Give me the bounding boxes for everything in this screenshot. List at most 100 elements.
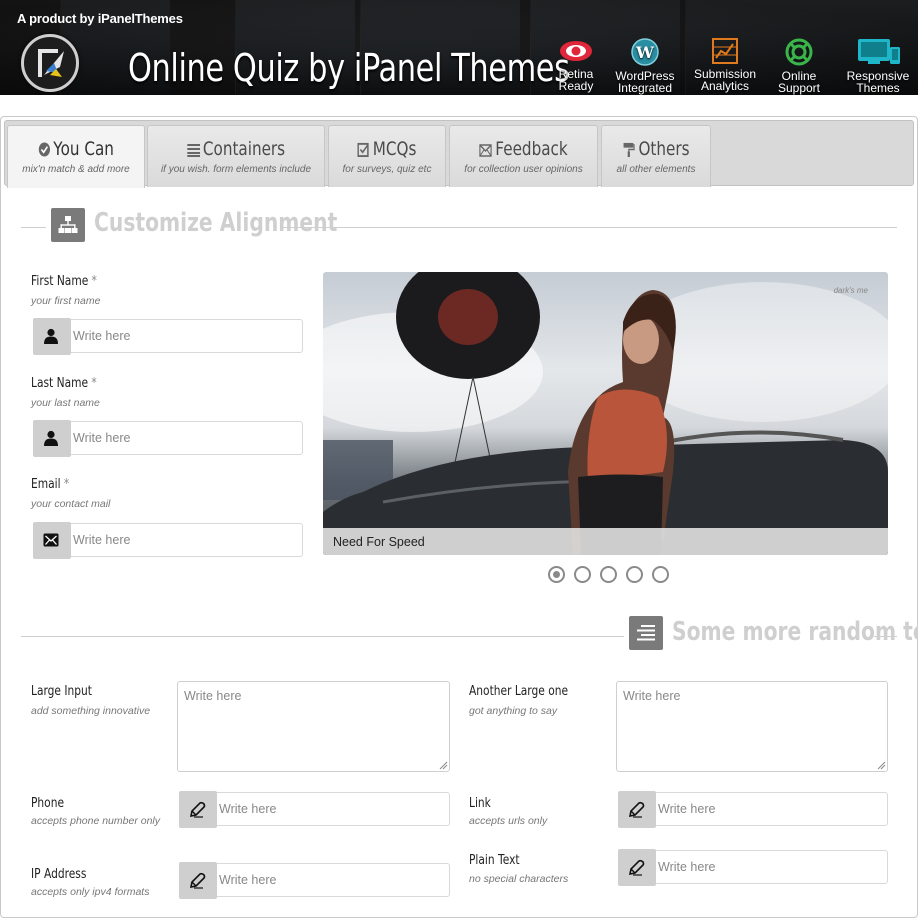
- last-name-label: Last Name *: [31, 376, 97, 391]
- tab-label-wrap: MCQs: [341, 138, 434, 160]
- pencil-icon: [628, 859, 645, 876]
- feature-line2: Themes: [856, 81, 900, 95]
- svg-text:W: W: [635, 43, 655, 62]
- tab-bar: You Can mix'n match & add more Container…: [4, 120, 914, 188]
- section-divider: [874, 636, 897, 637]
- plain-text-label: Plain Text: [469, 853, 520, 868]
- section-title-random: Some more random texts: [672, 617, 918, 647]
- feature-responsive: Responsive Themes: [833, 38, 918, 94]
- phone-input[interactable]: [218, 793, 446, 825]
- section-divider: [21, 227, 46, 228]
- last-name-input[interactable]: [72, 422, 300, 454]
- phone-label: Phone: [31, 796, 65, 811]
- link-input[interactable]: [657, 793, 885, 825]
- feature-line2: Analytics: [700, 79, 750, 93]
- banner-title: Online Quiz by iPanel Themes: [128, 46, 570, 90]
- email-input[interactable]: [72, 524, 300, 556]
- tab-feedback[interactable]: Feedback for collection user opinions: [449, 125, 598, 187]
- large-input-textarea[interactable]: [177, 681, 450, 772]
- section-icon-box: [629, 616, 663, 650]
- ip-address-label: IP Address: [31, 867, 87, 882]
- tab-sub: for collection user opinions: [464, 164, 583, 175]
- plain-text-field: [618, 849, 888, 886]
- tab-label-wrap: Feedback: [465, 138, 583, 160]
- feature-line2: Support: [777, 81, 821, 95]
- ipanel-logo: [21, 34, 79, 92]
- plain-text-hint: no special characters: [469, 873, 569, 885]
- link-field: [618, 791, 888, 828]
- tab-label: You Can: [53, 138, 114, 160]
- slide-caption: Need For Speed: [333, 535, 425, 549]
- resize-grip-icon[interactable]: [438, 760, 448, 770]
- envelope-icon: [43, 533, 59, 547]
- tab-mcqs[interactable]: MCQs for surveys, quiz etc: [328, 125, 446, 187]
- tab-label: Others: [638, 138, 690, 160]
- pencil-icon: [189, 801, 206, 818]
- required-mark: *: [63, 477, 70, 492]
- feature-line2: Integrated: [617, 81, 673, 95]
- image-slider[interactable]: dark's me Need For Speed: [323, 272, 888, 555]
- input-addon: [179, 862, 217, 899]
- checkbox-icon: [357, 142, 369, 157]
- another-large-textarea[interactable]: [616, 681, 888, 772]
- first-name-label: First Name *: [31, 274, 97, 289]
- form-panel: You Can mix'n match & add more Container…: [0, 116, 918, 918]
- tab-label: MCQs: [372, 138, 417, 160]
- required-mark: *: [91, 274, 97, 289]
- slide-watermark: dark's me: [833, 286, 868, 295]
- chart-icon: [712, 38, 738, 64]
- last-name-hint: your last name: [31, 397, 100, 409]
- tab-sub: all other elements: [616, 164, 696, 175]
- section-icon-box: [51, 208, 85, 242]
- envelope-icon: [479, 144, 492, 157]
- resize-grip-icon[interactable]: [876, 760, 886, 770]
- first-name-hint: your first name: [31, 295, 101, 307]
- slider-dot-1[interactable]: [548, 566, 565, 583]
- slider-dot-3[interactable]: [600, 566, 617, 583]
- paint-roller-icon: [623, 142, 635, 157]
- large-input-hint: add something innovative: [31, 705, 151, 717]
- another-large-hint: got anything to say: [469, 705, 558, 717]
- user-icon: [44, 430, 58, 446]
- email-field: [33, 522, 303, 559]
- wordpress-icon: W: [631, 38, 659, 66]
- label-text: Last Name: [31, 376, 89, 391]
- input-addon: [33, 420, 71, 457]
- tab-label-wrap: Containers: [166, 138, 307, 160]
- feature-line2: Ready: [558, 79, 594, 93]
- pencil-icon: [628, 801, 645, 818]
- user-icon: [44, 328, 58, 344]
- tab-others[interactable]: Others all other elements: [601, 125, 711, 187]
- ip-address-input[interactable]: [218, 864, 446, 896]
- plain-text-input[interactable]: [657, 851, 885, 883]
- slider-dot-5[interactable]: [652, 566, 669, 583]
- large-input-label: Large Input: [31, 684, 92, 699]
- tab-containers[interactable]: Containers if you wish. form elements in…: [147, 125, 325, 187]
- ip-address-field: [179, 862, 450, 899]
- input-addon: [618, 791, 656, 828]
- input-addon: [618, 849, 656, 886]
- tab-sub: if you wish. form elements include: [160, 164, 312, 175]
- input-addon: [179, 791, 217, 828]
- link-hint: accepts urls only: [469, 815, 548, 827]
- link-label: Link: [469, 796, 491, 811]
- check-circle-icon: [38, 142, 50, 157]
- tab-label-wrap: Others: [613, 138, 699, 160]
- first-name-input[interactable]: [72, 320, 300, 352]
- section-divider: [283, 227, 897, 228]
- slide-image: [323, 272, 888, 555]
- lifebuoy-icon: [785, 38, 813, 66]
- tab-label: Containers: [202, 138, 286, 160]
- tab-you-can[interactable]: You Can mix'n match & add more: [7, 125, 145, 188]
- another-large-label: Another Large one: [469, 684, 569, 699]
- devices-icon: [858, 39, 900, 64]
- align-icon: [637, 625, 655, 641]
- slider-dot-2[interactable]: [574, 566, 591, 583]
- slider-dot-4[interactable]: [626, 566, 643, 583]
- last-name-field: [33, 420, 303, 457]
- phone-hint: accepts phone number only: [31, 815, 160, 827]
- first-name-field: [33, 318, 303, 355]
- phone-field: [179, 791, 450, 828]
- input-addon: [33, 522, 71, 559]
- input-addon: [33, 318, 71, 355]
